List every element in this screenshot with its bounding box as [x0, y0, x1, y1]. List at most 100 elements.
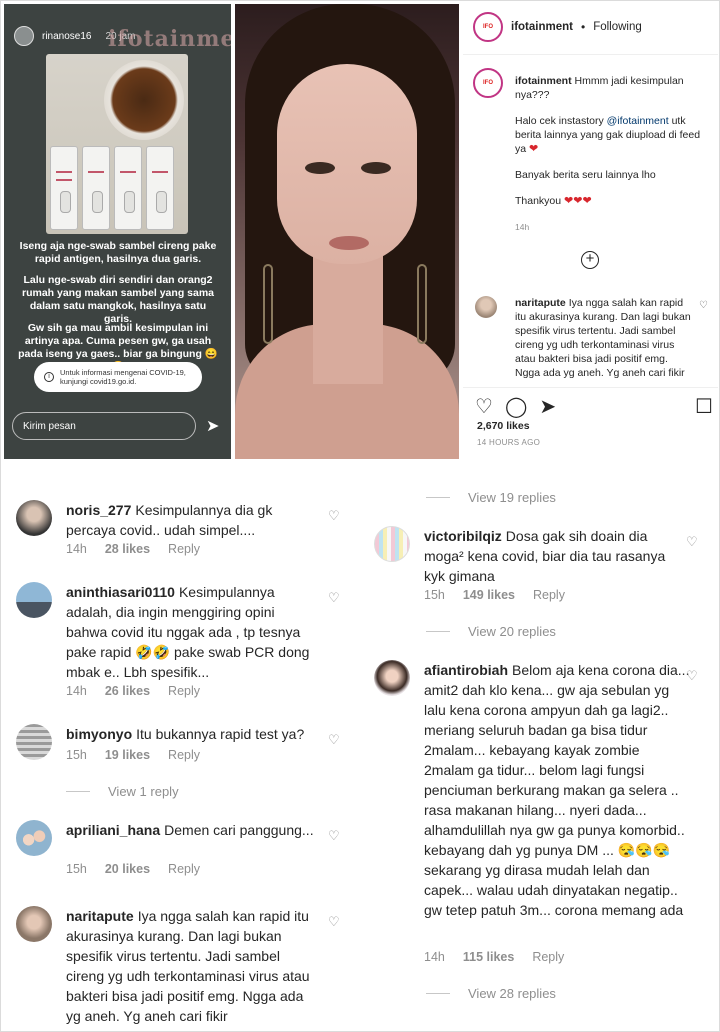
commenter-avatar[interactable] [374, 526, 410, 562]
send-message-input[interactable]: Kirim pesan [12, 412, 196, 440]
comment-time: 14h [66, 684, 87, 698]
instagram-post: rinanose16 20 jam ifotainment Iseng aja … [4, 4, 718, 460]
caption-line-4: Thankyou [515, 195, 562, 207]
commenter-avatar[interactable] [374, 660, 410, 696]
lips [329, 236, 369, 250]
comment-time: 14h [66, 542, 87, 556]
replies-line [426, 497, 450, 498]
red-heart-icon: ❤❤❤ [564, 195, 592, 207]
commenter-avatar[interactable] [16, 582, 52, 618]
view-replies-label[interactable]: View 19 replies [468, 490, 556, 505]
comment-likes[interactable]: 26 likes [105, 684, 150, 698]
ifotainment-avatar[interactable]: IFO [473, 12, 503, 42]
test-kit [50, 146, 78, 230]
reply-button[interactable]: Reply [532, 950, 564, 964]
portrait-photo [235, 4, 459, 459]
comment-text: Iya ngga salah kan rapid itu akurasinya … [66, 908, 310, 1024]
story-avatar [14, 26, 34, 46]
post-side-panel: IFO ifotainment • Following IFO ifotainm… [463, 4, 718, 459]
view-replies-button[interactable]: View 1 reply [66, 784, 179, 799]
commenter-avatar[interactable] [16, 724, 52, 760]
commenter-username[interactable]: victoribilqiz [424, 528, 502, 544]
heart-outline-icon[interactable]: ♡ [328, 828, 340, 844]
post-timestamp: 14 HOURS AGO [477, 438, 541, 447]
comment-text: Iya ngga salah kan rapid itu akurasinya … [515, 297, 691, 379]
view-replies-label[interactable]: View 1 reply [108, 784, 179, 799]
test-kit [114, 146, 142, 230]
comment-likes[interactable]: 19 likes [105, 748, 150, 762]
comment-time: 15h [66, 748, 87, 762]
replies-line [426, 993, 450, 994]
commenter-avatar[interactable] [16, 500, 52, 536]
commenter-avatar[interactable] [16, 906, 52, 942]
caption-line-2a: Halo cek instastory [515, 115, 604, 127]
caption-username[interactable]: ifotainment [515, 75, 572, 87]
test-kit [82, 146, 110, 230]
view-replies-button[interactable]: View 20 replies [426, 624, 556, 639]
share-paper-plane-icon[interactable]: ➤ [539, 394, 556, 419]
heart-outline-icon[interactable]: ♡ [328, 508, 340, 524]
story-text-1: Iseng aja nge-swab sambel cireng pake ra… [19, 240, 217, 265]
rapid-test-kits [50, 146, 174, 230]
send-icon[interactable]: ➤ [206, 416, 219, 436]
caption-mention-link[interactable]: @ifotainment [607, 115, 669, 127]
view-replies-button[interactable]: View 19 replies [426, 490, 556, 505]
story-username: rinanose16 [42, 30, 92, 42]
watermark: ifotainment [108, 26, 231, 52]
load-more-comments-icon[interactable]: + [581, 251, 599, 269]
save-bookmark-icon[interactable]: ☐ [695, 394, 713, 419]
left-earring [263, 264, 273, 344]
left-eye [305, 162, 335, 174]
heart-outline-icon[interactable]: ♡ [699, 300, 708, 311]
comment-likes[interactable]: 28 likes [105, 542, 150, 556]
like-heart-icon[interactable]: ♡ [475, 394, 493, 419]
reply-button[interactable]: Reply [168, 542, 200, 556]
heart-outline-icon[interactable]: ♡ [328, 732, 340, 748]
caption-avatar[interactable]: IFO [473, 68, 503, 98]
view-replies-button[interactable]: View 28 replies [426, 986, 556, 1001]
following-button[interactable]: Following [593, 21, 642, 33]
commenter-username[interactable]: bimyonyo [66, 726, 132, 742]
covid-info-text: Untuk informasi mengenai COVID-19, kunju… [60, 368, 186, 386]
commenter-username[interactable]: apriliani_hana [66, 822, 160, 838]
header-username[interactable]: ifotainment [511, 21, 573, 33]
commenter-username[interactable]: naritapute [66, 908, 134, 924]
comment-likes[interactable]: 115 likes [463, 950, 514, 964]
commenter-username[interactable]: noris_277 [66, 502, 131, 518]
test-kit [146, 146, 174, 230]
comment-time: 14h [424, 950, 445, 964]
view-replies-label[interactable]: View 20 replies [468, 624, 556, 639]
divider [463, 387, 718, 388]
comment-time: 15h [66, 862, 87, 876]
story-photo [46, 54, 188, 234]
heart-outline-icon[interactable]: ♡ [328, 590, 340, 606]
reply-button[interactable]: Reply [168, 862, 200, 876]
covid-info-sticker[interactable]: i Untuk informasi mengenai COVID-19, kun… [34, 362, 202, 392]
right-eye [361, 162, 391, 174]
commenter-avatar[interactable] [16, 820, 52, 856]
comment-username[interactable]: naritapute [515, 297, 566, 309]
comment-bubble-icon[interactable]: ◯ [505, 394, 527, 419]
divider [463, 54, 718, 55]
commenter-username[interactable]: aninthiasari0110 [66, 584, 175, 600]
view-replies-label[interactable]: View 28 replies [468, 986, 556, 1001]
commenter-username[interactable]: afiantirobiah [424, 662, 508, 678]
story-screenshot: rinanose16 20 jam ifotainment Iseng aja … [4, 4, 231, 459]
heart-outline-icon[interactable]: ♡ [686, 534, 698, 550]
comment-likes[interactable]: 149 likes [463, 588, 515, 602]
right-earring [417, 264, 427, 344]
comment-avatar[interactable] [475, 296, 497, 318]
face-shape [277, 64, 417, 264]
heart-outline-icon[interactable]: ♡ [686, 668, 698, 684]
reply-button[interactable]: Reply [168, 748, 200, 762]
post-actions: ♡ ◯ ➤ [475, 394, 556, 419]
heart-outline-icon[interactable]: ♡ [328, 914, 340, 930]
reply-button[interactable]: Reply [168, 684, 200, 698]
info-icon: i [44, 372, 54, 382]
sambal-bowl [104, 60, 184, 140]
header-dot: • [580, 20, 586, 34]
like-count[interactable]: 2,670 likes [477, 420, 530, 432]
replies-line [426, 631, 450, 632]
reply-button[interactable]: Reply [533, 588, 565, 602]
comment-likes[interactable]: 20 likes [105, 862, 150, 876]
